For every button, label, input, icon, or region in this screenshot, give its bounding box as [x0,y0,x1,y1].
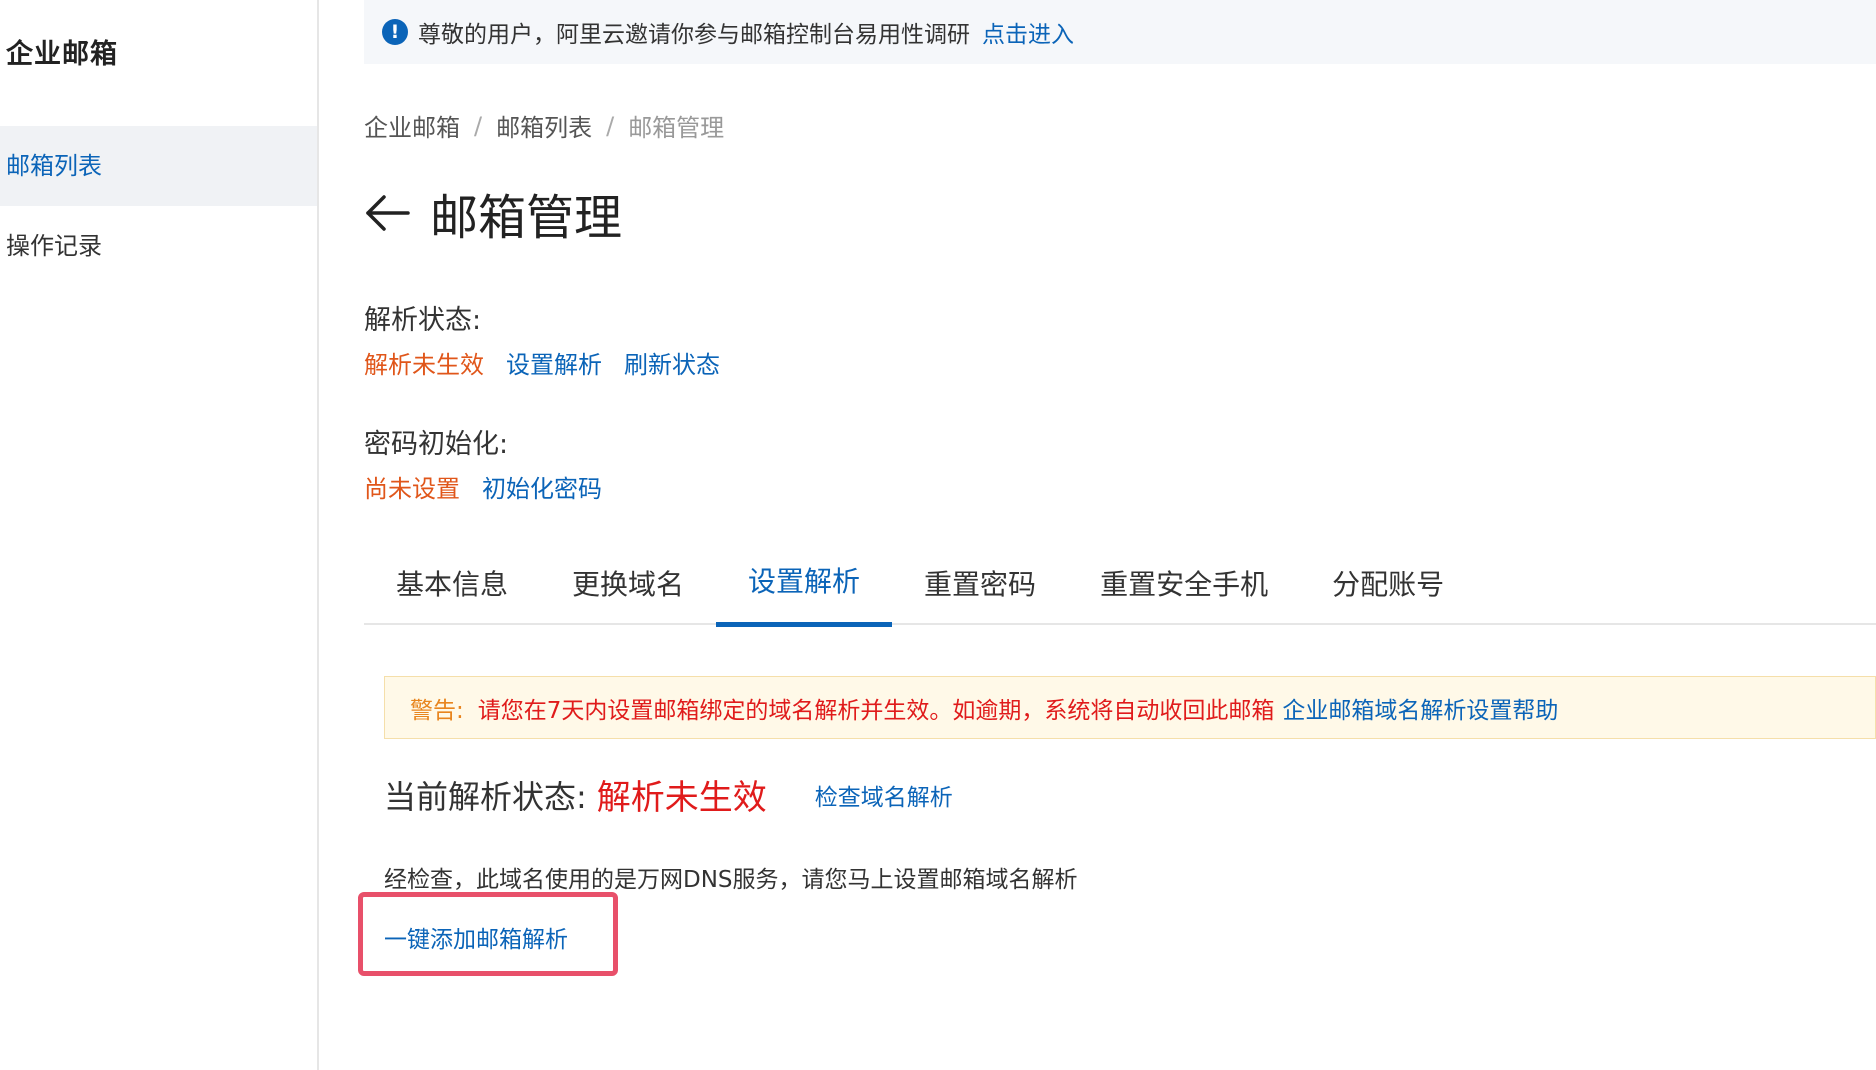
sidebar: 企业邮箱 邮箱列表 操作记录 [0,0,319,1070]
password-status-value: 尚未设置 [364,475,460,503]
breadcrumb-current: 邮箱管理 [628,114,725,142]
tab-setup-resolve[interactable]: 设置解析 [716,545,893,627]
warning-banner: 警告: 请您在7天内设置邮箱绑定的域名解析并生效。如逾期，系统将自动收回此邮箱 … [384,676,1876,739]
breadcrumb-separator: / [606,111,615,140]
resolve-help-link[interactable]: 企业邮箱域名解析设置帮助 [1282,691,1558,725]
tab-reset-security-phone[interactable]: 重置安全手机 [1068,545,1300,625]
breadcrumb-mailbox-list[interactable]: 邮箱列表 [496,108,592,143]
password-init-row: 尚未设置 初始化密码 [364,469,602,504]
tab-reset-password[interactable]: 重置密码 [892,545,1068,625]
one-click-add-resolve-link[interactable]: 一键添加邮箱解析 [384,920,568,954]
check-domain-resolve-link[interactable]: 检查域名解析 [815,778,953,812]
current-resolve-status: 当前解析状态: 解析未生效 检查域名解析 [384,770,953,819]
tab-change-domain[interactable]: 更换域名 [540,545,716,625]
info-icon: ! [382,19,408,45]
password-init-label: 密码初始化: [364,429,509,460]
current-status-label: 当前解析状态: [384,777,587,816]
tab-basic-info[interactable]: 基本信息 [364,545,540,625]
refresh-status-link[interactable]: 刷新状态 [624,345,720,380]
init-password-link[interactable]: 初始化密码 [482,469,602,504]
arrow-left-icon[interactable] [364,193,410,233]
resolve-status-row: 解析未生效 设置解析 刷新状态 [364,345,720,380]
breadcrumb-enterprise-mail[interactable]: 企业邮箱 [364,108,460,143]
warning-label: 警告: [410,697,464,724]
sidebar-item-mailbox-list[interactable]: 邮箱列表 [0,126,317,206]
sidebar-title: 企业邮箱 [6,39,118,70]
warning-text: 请您在7天内设置邮箱绑定的域名解析并生效。如逾期，系统将自动收回此邮箱 [477,697,1275,724]
tab-bar: 基本信息 更换域名 设置解析 重置密码 重置安全手机 分配账号 [364,545,1876,627]
breadcrumb-separator: / [474,111,483,140]
check-result-message: 经检查，此域名使用的是万网DNS服务，请您马上设置邮箱域名解析 [384,867,1078,893]
survey-notice-bar: ! 尊敬的用户，阿里云邀请你参与邮箱控制台易用性调研 点击进入 [364,0,1876,64]
notice-text: 尊敬的用户，阿里云邀请你参与邮箱控制台易用性调研 [418,22,970,48]
current-status-value: 解析未生效 [596,778,767,818]
sidebar-item-operation-log[interactable]: 操作记录 [0,206,317,286]
page-header: 邮箱管理 [364,178,622,248]
breadcrumb: 企业邮箱 / 邮箱列表 / 邮箱管理 [364,108,724,143]
resolve-status-value: 解析未生效 [364,351,484,379]
notice-enter-link[interactable]: 点击进入 [982,15,1074,49]
tab-assign-account[interactable]: 分配账号 [1300,545,1476,625]
resolve-status-label: 解析状态: [364,305,482,336]
page-title: 邮箱管理 [430,190,623,246]
setup-resolve-link[interactable]: 设置解析 [506,345,602,380]
